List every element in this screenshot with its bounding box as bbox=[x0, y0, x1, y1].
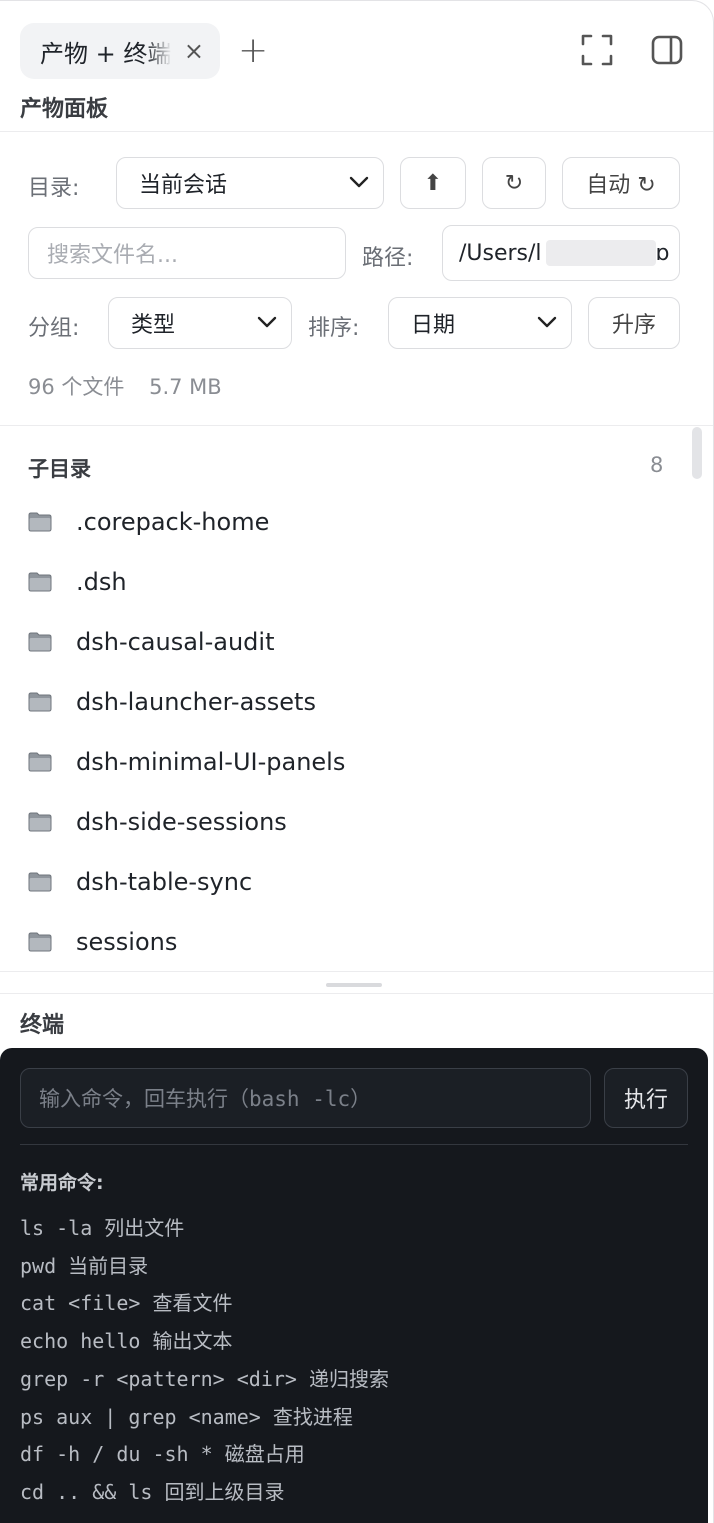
artifact-window: 产物 + 终端 × + 产物面板 目录: 当前会话 ⬆ ↻ 自动 ↻ 搜索文件名… bbox=[0, 0, 714, 1523]
folder-icon bbox=[28, 512, 52, 532]
sort-select[interactable]: 日期 bbox=[388, 297, 572, 349]
search-placeholder: 搜索文件名... bbox=[47, 243, 178, 268]
group-select-value: 类型 bbox=[131, 313, 176, 338]
sidebar-toggle-icon[interactable] bbox=[650, 33, 684, 67]
chevron-down-icon bbox=[257, 316, 277, 328]
up-directory-button[interactable]: ⬆ bbox=[400, 157, 466, 209]
command-input[interactable]: 输入命令，回车执行（bash -lc） bbox=[20, 1068, 591, 1128]
subdir-name: dsh-side-sessions bbox=[76, 808, 287, 836]
sort-order-label: 升序 bbox=[611, 313, 656, 338]
run-button[interactable]: 执行 bbox=[604, 1068, 688, 1128]
refresh-icon: ↻ bbox=[504, 170, 524, 196]
subdir-name: dsh-table-sync bbox=[76, 868, 253, 896]
subdir-title: 子目录 bbox=[28, 457, 91, 481]
folder-icon bbox=[28, 872, 52, 892]
command-example[interactable]: cat <file> 查看文件 bbox=[20, 1287, 232, 1316]
divider bbox=[20, 1144, 688, 1145]
folder-icon bbox=[28, 812, 52, 832]
folder-icon bbox=[28, 752, 52, 772]
sort-order-button[interactable]: 升序 bbox=[588, 297, 680, 349]
tab-bar: 产物 + 终端 × + bbox=[0, 1, 713, 91]
group-select[interactable]: 类型 bbox=[108, 297, 292, 349]
scrollbar-thumb[interactable] bbox=[692, 427, 702, 479]
common-commands-title: 常用命令: bbox=[20, 1172, 104, 1194]
resize-handle[interactable] bbox=[326, 983, 382, 987]
subdir-name: dsh-minimal-UI-panels bbox=[76, 748, 346, 776]
subdir-name: sessions bbox=[76, 928, 178, 956]
arrow-up-icon: ⬆ bbox=[423, 170, 443, 196]
subdir-item[interactable]: sessions bbox=[28, 922, 668, 962]
dir-select-value: 当前会话 bbox=[139, 173, 228, 198]
command-placeholder: 输入命令，回车执行（bash -lc） bbox=[39, 1087, 372, 1111]
command-example[interactable]: ls -la 列出文件 bbox=[20, 1212, 184, 1241]
auto-refresh-button[interactable]: 自动 ↻ bbox=[562, 157, 680, 209]
panel-title: 产物面板 bbox=[20, 97, 109, 122]
path-field[interactable]: /Users/l ɒ bbox=[442, 225, 680, 281]
subdir-item[interactable]: .dsh bbox=[28, 562, 668, 602]
path-label: 路径: bbox=[362, 246, 414, 271]
fullscreen-icon[interactable] bbox=[580, 33, 614, 67]
folder-icon bbox=[28, 932, 52, 952]
search-input[interactable]: 搜索文件名... bbox=[28, 227, 346, 279]
add-tab-icon[interactable]: + bbox=[238, 31, 268, 71]
total-size: 5.7 MB bbox=[149, 375, 222, 399]
terminal-panel: 输入命令，回车执行（bash -lc） 执行 常用命令: ls -la 列出文件… bbox=[0, 1048, 708, 1523]
sort-label: 排序: bbox=[308, 316, 360, 341]
tab-label: 产物 + 终端 bbox=[40, 39, 172, 68]
dir-label: 目录: bbox=[28, 176, 80, 201]
scrollbar[interactable] bbox=[691, 425, 703, 973]
command-example[interactable]: cd .. && ls 回到上级目录 bbox=[20, 1476, 285, 1505]
command-example[interactable]: ps aux | grep <name> 查找进程 bbox=[20, 1401, 353, 1430]
subdir-item[interactable]: dsh-minimal-UI-panels bbox=[28, 742, 668, 782]
dir-select[interactable]: 当前会话 bbox=[116, 157, 384, 209]
subdir-item[interactable]: dsh-side-sessions bbox=[28, 802, 668, 842]
redacted-path bbox=[545, 240, 656, 266]
subdir-count: 8 bbox=[650, 453, 664, 477]
command-example[interactable]: grep -r <pattern> <dir> 递归搜索 bbox=[20, 1363, 389, 1392]
command-example[interactable]: df -h / du -sh * 磁盘占用 bbox=[20, 1438, 305, 1467]
terminal-title: 终端 bbox=[20, 1013, 65, 1038]
tab-artifacts-terminal[interactable]: 产物 + 终端 × bbox=[20, 23, 220, 79]
subdir-item[interactable]: .corepack-home bbox=[28, 502, 668, 542]
file-stats: 96 个文件 5.7 MB bbox=[28, 371, 240, 401]
path-value: /Users/l bbox=[459, 240, 542, 266]
chevron-down-icon bbox=[537, 316, 557, 328]
refresh-button[interactable]: ↻ bbox=[482, 157, 546, 209]
folder-icon bbox=[28, 692, 52, 712]
subdir-item[interactable]: dsh-causal-audit bbox=[28, 622, 668, 662]
folder-icon bbox=[28, 572, 52, 592]
file-count: 96 个文件 bbox=[28, 375, 125, 399]
subdir-name: .corepack-home bbox=[76, 508, 270, 536]
close-icon[interactable]: × bbox=[184, 37, 204, 65]
divider bbox=[0, 425, 713, 426]
subdir-name: dsh-causal-audit bbox=[76, 628, 275, 656]
subdir-item[interactable]: dsh-table-sync bbox=[28, 862, 668, 902]
path-tail: ɒ bbox=[655, 240, 670, 266]
auto-refresh-label: 自动 ↻ bbox=[586, 173, 656, 198]
sort-select-value: 日期 bbox=[411, 313, 456, 338]
subdir-name: .dsh bbox=[76, 568, 127, 596]
divider bbox=[0, 971, 713, 972]
subdir-name: dsh-launcher-assets bbox=[76, 688, 316, 716]
folder-icon bbox=[28, 632, 52, 652]
subdir-item[interactable]: dsh-launcher-assets bbox=[28, 682, 668, 722]
command-example[interactable]: echo hello 输出文本 bbox=[20, 1325, 232, 1354]
divider bbox=[0, 131, 713, 132]
command-example[interactable]: pwd 当前目录 bbox=[20, 1250, 148, 1279]
chevron-down-icon bbox=[349, 176, 369, 188]
group-label: 分组: bbox=[28, 316, 80, 341]
divider bbox=[0, 993, 713, 994]
